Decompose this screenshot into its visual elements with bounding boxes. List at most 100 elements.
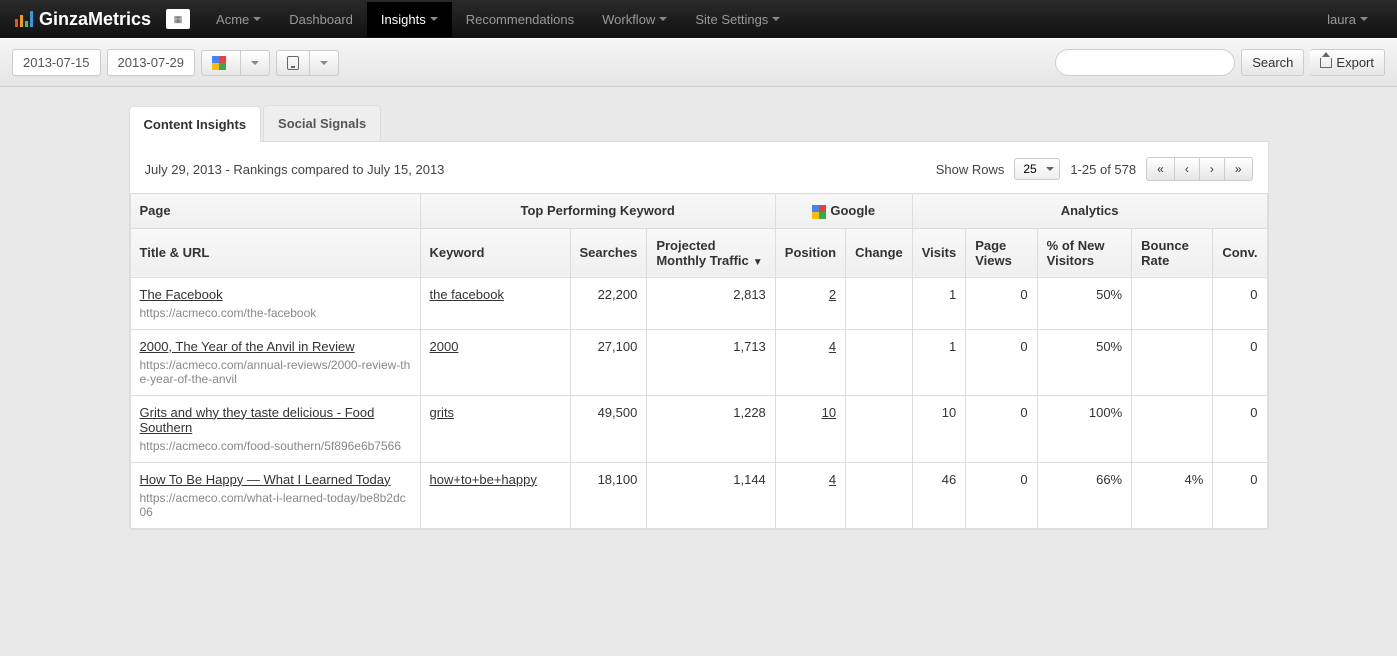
table-row: 2000, The Year of the Anvil in Reviewhtt…	[130, 329, 1267, 395]
page-title-link[interactable]: How To Be Happy — What I Learned Today	[140, 472, 391, 487]
panel: July 29, 2013 - Rankings compared to Jul…	[129, 142, 1269, 530]
table-group-header-row: Page Top Performing Keyword Google Analy…	[130, 194, 1267, 229]
cell-bounce	[1132, 329, 1213, 395]
cell-change	[846, 395, 913, 462]
col-title-url[interactable]: Title & URL	[130, 228, 420, 277]
date-end-input[interactable]: 2013-07-29	[107, 49, 196, 76]
nav-item-site-settings[interactable]: Site Settings	[681, 2, 794, 37]
col-bounce[interactable]: Bounce Rate	[1132, 228, 1213, 277]
caret-down-icon	[320, 61, 328, 65]
logo-text: GinzaMetrics	[39, 9, 151, 30]
page-url: https://acmeco.com/food-southern/5f896e6…	[140, 439, 411, 453]
cell-traffic: 1,228	[647, 395, 775, 462]
pager: « ‹ › »	[1146, 157, 1252, 181]
search-engine-selector	[201, 50, 270, 76]
col-conv[interactable]: Conv.	[1213, 228, 1267, 277]
col-group-analytics[interactable]: Analytics	[912, 194, 1267, 229]
main-container: Content InsightsSocial Signals July 29, …	[114, 105, 1284, 530]
panel-header: July 29, 2013 - Rankings compared to Jul…	[130, 157, 1268, 193]
cell-traffic: 1,144	[647, 462, 775, 528]
keyword-link[interactable]: grits	[430, 405, 455, 420]
cell-conv: 0	[1213, 329, 1267, 395]
caret-down-icon	[772, 17, 780, 21]
brand-badge-icon[interactable]: ▦	[166, 9, 190, 29]
cell-keyword: 2000	[420, 329, 570, 395]
col-searches[interactable]: Searches	[570, 228, 647, 277]
cell-keyword: how+to+be+happy	[420, 462, 570, 528]
position-link[interactable]: 2	[829, 287, 836, 302]
pager-last-button[interactable]: »	[1225, 157, 1253, 181]
page-url: https://acmeco.com/what-i-learned-today/…	[140, 491, 411, 519]
cell-searches: 22,200	[570, 277, 647, 329]
col-group-google[interactable]: Google	[775, 194, 912, 229]
device-dropdown[interactable]	[310, 50, 339, 76]
tab-content-insights[interactable]: Content Insights	[129, 106, 262, 142]
col-group-page[interactable]: Page	[130, 194, 420, 229]
position-link[interactable]: 4	[829, 339, 836, 354]
nav-item-dashboard[interactable]: Dashboard	[275, 2, 367, 37]
nav-item-insights[interactable]: Insights	[367, 2, 452, 37]
cell-traffic: 2,813	[647, 277, 775, 329]
cell-searches: 49,500	[570, 395, 647, 462]
caret-down-icon	[253, 17, 261, 21]
tab-social-signals[interactable]: Social Signals	[263, 105, 381, 141]
cell-bounce: 4%	[1132, 462, 1213, 528]
device-selector	[276, 50, 339, 76]
cell-position: 10	[775, 395, 845, 462]
export-icon	[1320, 58, 1332, 68]
pager-next-button[interactable]: ›	[1200, 157, 1225, 181]
cell-visits: 10	[912, 395, 965, 462]
export-button[interactable]: Export	[1310, 49, 1385, 76]
cell-change	[846, 277, 913, 329]
cell-conv: 0	[1213, 277, 1267, 329]
cell-new-visitors: 100%	[1037, 395, 1131, 462]
cell-position: 4	[775, 329, 845, 395]
search-engine-dropdown[interactable]	[241, 50, 270, 76]
table-row: The Facebook https://acmeco.com/the-faceb…	[130, 277, 1267, 329]
page-title-link[interactable]: The Facebook	[140, 287, 223, 302]
pager-first-button[interactable]: «	[1146, 157, 1175, 181]
search-button[interactable]: Search	[1241, 49, 1304, 76]
search-input[interactable]	[1055, 49, 1235, 76]
date-start-input[interactable]: 2013-07-15	[12, 49, 101, 76]
keyword-link[interactable]: 2000	[430, 339, 459, 354]
search-engine-button[interactable]	[201, 50, 241, 76]
device-icon	[287, 56, 299, 70]
col-change[interactable]: Change	[846, 228, 913, 277]
device-button[interactable]	[276, 50, 310, 76]
col-position[interactable]: Position	[775, 228, 845, 277]
logo[interactable]: GinzaMetrics	[15, 9, 151, 30]
page-url: https://acmeco.com/the-facebook	[140, 306, 411, 320]
keyword-link[interactable]: how+to+be+happy	[430, 472, 537, 487]
page-title-link[interactable]: 2000, The Year of the Anvil in Review	[140, 339, 355, 354]
nav-item-recommendations[interactable]: Recommendations	[452, 2, 588, 37]
col-new-visitors[interactable]: % of New Visitors	[1037, 228, 1131, 277]
caret-down-icon	[659, 17, 667, 21]
col-traffic[interactable]: Projected Monthly Traffic▼	[647, 228, 775, 277]
position-link[interactable]: 10	[822, 405, 836, 420]
col-visits[interactable]: Visits	[912, 228, 965, 277]
rows-select[interactable]: 25	[1014, 158, 1060, 180]
pager-prev-button[interactable]: ‹	[1175, 157, 1200, 181]
page-title-link[interactable]: Grits and why they taste delicious - Foo…	[140, 405, 375, 435]
account-selector[interactable]: Acme	[202, 2, 275, 37]
cell-searches: 27,100	[570, 329, 647, 395]
cell-position: 2	[775, 277, 845, 329]
cell-page-views: 0	[966, 277, 1037, 329]
toolbar: 2013-07-15 2013-07-29 Search Export	[0, 38, 1397, 87]
tabs: Content InsightsSocial Signals	[129, 105, 1269, 142]
table-row: Grits and why they taste delicious - Foo…	[130, 395, 1267, 462]
nav-item-workflow[interactable]: Workflow	[588, 2, 681, 37]
show-rows-label: Show Rows	[936, 162, 1005, 177]
cell-bounce	[1132, 395, 1213, 462]
position-link[interactable]: 4	[829, 472, 836, 487]
col-keyword[interactable]: Keyword	[420, 228, 570, 277]
keyword-link[interactable]: the facebook	[430, 287, 504, 302]
col-page-views[interactable]: Page Views	[966, 228, 1037, 277]
summary-text: July 29, 2013 - Rankings compared to Jul…	[145, 162, 445, 177]
user-menu[interactable]: laura	[1313, 2, 1382, 37]
google-icon	[212, 56, 226, 70]
google-icon	[812, 205, 826, 219]
col-group-keyword[interactable]: Top Performing Keyword	[420, 194, 775, 229]
pagination-range: 1-25 of 578	[1070, 162, 1136, 177]
